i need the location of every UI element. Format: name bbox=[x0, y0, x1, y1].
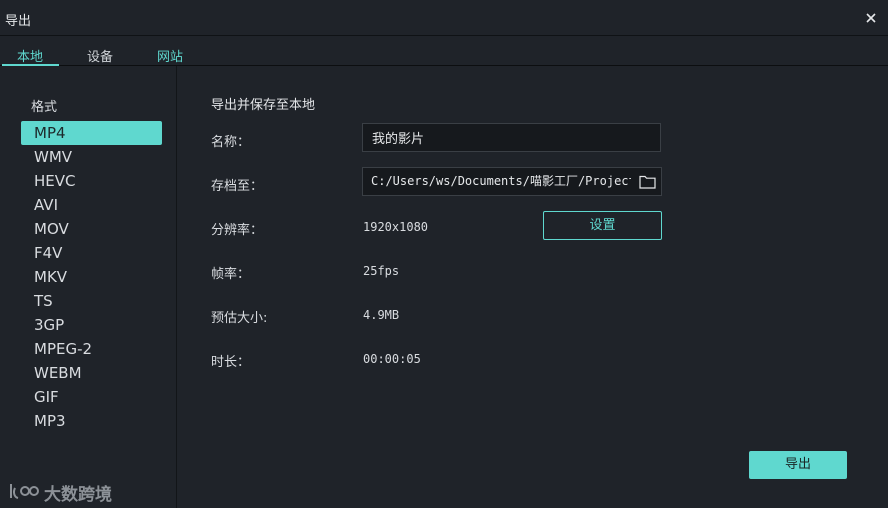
format-item-avi[interactable]: AVI bbox=[21, 193, 162, 217]
format-item-mkv[interactable]: MKV bbox=[21, 265, 162, 289]
panel-title: 导出并保存至本地 bbox=[211, 98, 316, 113]
resolution-value: 1920x1080 bbox=[363, 220, 429, 234]
close-icon[interactable] bbox=[862, 9, 880, 27]
estimated-size-value: 4.9MB bbox=[363, 308, 400, 322]
brand-logo-icon bbox=[10, 484, 39, 499]
name-input[interactable] bbox=[362, 123, 661, 152]
format-heading: 格式 bbox=[31, 100, 58, 115]
window-title: 导出 bbox=[5, 14, 32, 29]
folder-icon[interactable] bbox=[639, 174, 656, 189]
tab-device[interactable]: 设备 bbox=[87, 46, 113, 65]
format-list: MP4 WMV HEVC AVI MOV F4V MKV TS 3GP MPEG-2 WEBM GIF… bbox=[21, 121, 162, 433]
tab-website[interactable]: 网站 bbox=[157, 46, 183, 65]
format-item-mp3[interactable]: MP3 bbox=[21, 409, 162, 433]
title-bar: 导出 bbox=[0, 0, 888, 36]
format-item-wmv[interactable]: WMV bbox=[21, 145, 162, 169]
save-path-label: 存档至： bbox=[211, 179, 264, 194]
format-item-mp4[interactable]: MP4 bbox=[21, 121, 162, 145]
duration-value: 00:00:05 bbox=[363, 352, 421, 366]
tab-bar: 本地 设备 网站 bbox=[0, 36, 888, 66]
format-item-gif[interactable]: GIF bbox=[21, 385, 162, 409]
name-label: 名称： bbox=[211, 135, 251, 150]
framerate-label: 帧率： bbox=[211, 267, 251, 282]
duration-label: 时长： bbox=[211, 355, 251, 370]
export-button[interactable]: 导出 bbox=[749, 451, 847, 479]
format-item-webm[interactable]: WEBM bbox=[21, 361, 162, 385]
estimated-size-label: 预估大小: bbox=[211, 311, 268, 326]
format-item-3gp[interactable]: 3GP bbox=[21, 313, 162, 337]
format-item-mov[interactable]: MOV bbox=[21, 217, 162, 241]
framerate-value: 25fps bbox=[363, 264, 400, 278]
format-item-ts[interactable]: TS bbox=[21, 289, 162, 313]
watermark-text: 大数跨境 bbox=[44, 485, 112, 505]
format-item-f4v[interactable]: F4V bbox=[21, 241, 162, 265]
format-item-hevc[interactable]: HEVC bbox=[21, 169, 162, 193]
sidebar-divider bbox=[176, 66, 177, 508]
save-path-field[interactable]: C:/Users/ws/Documents/喵影工厂/Project bbox=[362, 167, 662, 196]
format-item-mpeg-2[interactable]: MPEG-2 bbox=[21, 337, 162, 361]
settings-button[interactable]: 设置 bbox=[543, 211, 662, 240]
resolution-label: 分辨率： bbox=[211, 223, 264, 238]
save-path-value: C:/Users/ws/Documents/喵影工厂/Project bbox=[371, 174, 631, 188]
tab-local[interactable]: 本地 bbox=[17, 46, 43, 65]
